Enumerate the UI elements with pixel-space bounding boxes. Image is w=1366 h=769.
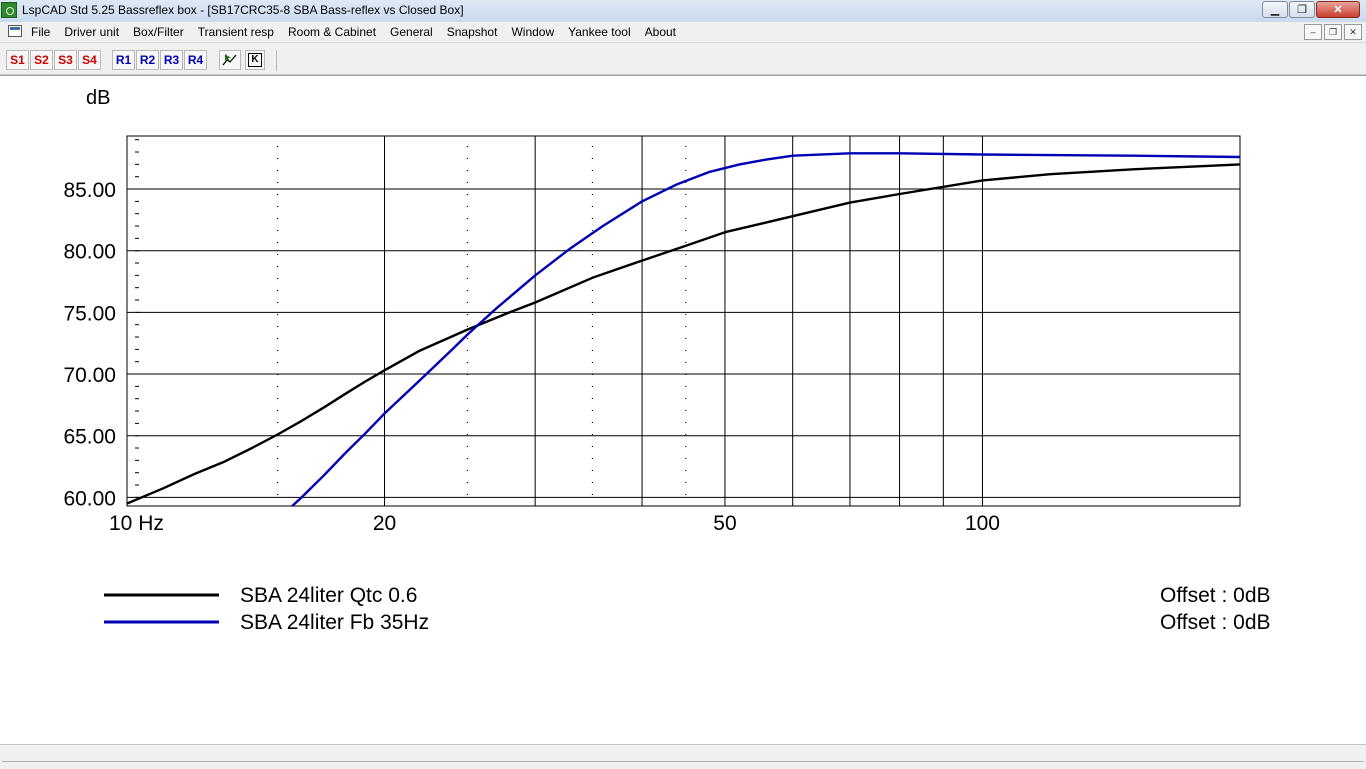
status-bar-panel [2, 761, 1364, 768]
window-title: LspCAD Std 5.25 Bassreflex box - [SB17CR… [22, 3, 464, 17]
menu-snapshot[interactable]: Snapshot [440, 24, 505, 40]
menu-window[interactable]: Window [504, 24, 561, 40]
x-tick-label: 20 [373, 512, 396, 535]
y-tick-label: 80.00 [63, 241, 116, 264]
window-controls: ▁ ❐ ✕ [1261, 1, 1360, 19]
menu-items: File Driver unit Box/Filter Transient re… [24, 24, 683, 40]
series-line-1 [126, 163, 1241, 505]
recall-r3-button[interactable]: R3 [160, 50, 183, 70]
marker-k-label: K [248, 53, 262, 67]
recall-r4-button[interactable]: R4 [184, 50, 207, 70]
mdi-controls: – ❐ ✕ [1302, 24, 1362, 40]
toolbar-separator [276, 50, 1366, 71]
y-tick-label: 70.00 [63, 364, 116, 387]
mdi-minimize-button[interactable]: – [1304, 24, 1322, 40]
mdi-close-button[interactable]: ✕ [1344, 24, 1362, 40]
snapshot-s2-button[interactable]: S2 [30, 50, 53, 70]
plot-frame [126, 135, 1241, 507]
menu-yankee-tool[interactable]: Yankee tool [561, 24, 638, 40]
snapshot-s1-button[interactable]: S1 [6, 50, 29, 70]
menu-box-filter[interactable]: Box/Filter [126, 24, 191, 40]
marker-k-icon[interactable]: K [245, 50, 265, 70]
status-bar [0, 744, 1366, 769]
menu-file[interactable]: File [24, 24, 57, 40]
x-tick-label: 50 [713, 512, 736, 535]
toolbar: S1 S2 S3 S4 R1 R2 R3 R4 K [0, 43, 1366, 75]
mdi-restore-button[interactable]: ❐ [1324, 24, 1342, 40]
close-button[interactable]: ✕ [1316, 1, 1360, 18]
recall-r1-button[interactable]: R1 [112, 50, 135, 70]
menu-room-cabinet[interactable]: Room & Cabinet [281, 24, 383, 40]
legend-label: SBA 24liter Fb 35Hz [240, 611, 429, 634]
y-tick-label: 75.00 [63, 302, 116, 325]
title-bar: LspCAD Std 5.25 Bassreflex box - [SB17CR… [0, 0, 1366, 23]
menu-bar: File Driver unit Box/Filter Transient re… [0, 22, 1366, 43]
y-tick-label: 85.00 [63, 179, 116, 202]
y-tick-label: 65.00 [63, 426, 116, 449]
snapshot-s3-button[interactable]: S3 [54, 50, 77, 70]
y-tick-label: 60.00 [63, 487, 116, 510]
menu-about[interactable]: About [638, 24, 683, 40]
legend: SBA 24liter Qtc 0.6 Offset : 0dB SBA 24lit… [104, 584, 1271, 634]
document-window-icon[interactable] [8, 25, 22, 37]
plot-window: 60.00 65.00 70.00 75.00 80.00 85.00 dB 10 Hz 20 5… [0, 75, 1366, 744]
x-tick-label: 100 [965, 512, 1000, 535]
y-axis-label: dB [86, 87, 110, 109]
grid [126, 136, 1241, 506]
menu-driver-unit[interactable]: Driver unit [57, 24, 126, 40]
frequency-response-chart: 60.00 65.00 70.00 75.00 80.00 85.00 dB 10 Hz 20 5… [63, 87, 1271, 634]
maximize-button[interactable]: ❐ [1289, 1, 1315, 18]
series [126, 152, 1241, 507]
legend-offset: Offset : 0dB [1160, 584, 1271, 607]
x-tick-label: 10 Hz [109, 512, 164, 535]
menu-general[interactable]: General [383, 24, 440, 40]
legend-offset: Offset : 0dB [1160, 611, 1271, 634]
snapshot-s4-button[interactable]: S4 [78, 50, 101, 70]
plot-cursor-icon[interactable] [219, 50, 241, 70]
series-line-2 [291, 152, 1241, 507]
legend-label: SBA 24liter Qtc 0.6 [240, 584, 417, 607]
recall-r2-button[interactable]: R2 [136, 50, 159, 70]
minimize-button[interactable]: ▁ [1262, 1, 1288, 18]
menu-transient-resp[interactable]: Transient resp [191, 24, 281, 40]
app-icon[interactable] [1, 2, 17, 18]
